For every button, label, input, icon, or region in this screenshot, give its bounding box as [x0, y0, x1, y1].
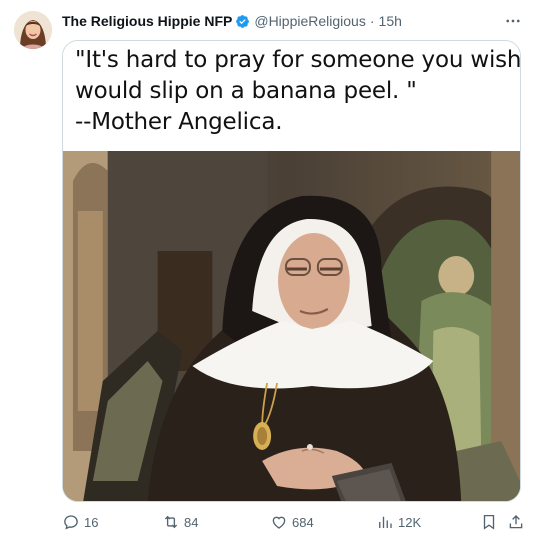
tweet-media[interactable]: "It's hard to pray for someone you wish …: [62, 40, 521, 502]
reply-icon: [64, 515, 78, 530]
quote-line-2: would slip on a banana peel. ": [75, 78, 417, 104]
retweet-icon: [164, 515, 178, 529]
reply-button[interactable]: 16: [62, 513, 98, 531]
share-icon: [509, 515, 523, 529]
bookmark-button[interactable]: [480, 513, 498, 531]
views-count: 12K: [398, 514, 422, 530]
separator-dot: ·: [369, 13, 375, 29]
tweet-header: The Religious Hippie NFP @HippieReligiou…: [62, 11, 523, 31]
author-handle[interactable]: @HippieReligious: [254, 13, 366, 29]
retweet-button[interactable]: 84: [162, 513, 198, 531]
reply-count: 16: [84, 514, 99, 530]
avatar[interactable]: [14, 11, 52, 49]
nun-photo: [63, 151, 520, 501]
tweet-timestamp[interactable]: 15h: [379, 13, 402, 29]
quote-line-3: --Mother Angelica.: [75, 109, 283, 135]
views-icon: [379, 516, 392, 528]
avatar-image: [14, 11, 52, 49]
quote-text-block: "It's hard to pray for someone you wish …: [63, 41, 520, 151]
retweet-count: 84: [184, 514, 199, 530]
views-button[interactable]: 12K: [376, 513, 421, 531]
author-display-name[interactable]: The Religious Hippie NFP: [62, 13, 232, 29]
verified-badge-icon: [235, 14, 250, 29]
more-options-icon[interactable]: [503, 11, 523, 31]
like-count: 684: [292, 514, 314, 530]
tweet-actions: 16 84 684 12K: [62, 510, 526, 534]
bookmark-icon: [483, 514, 495, 530]
heart-icon: [272, 516, 286, 529]
quote-line-1: "It's hard to pray for someone you wish: [75, 47, 521, 73]
share-button[interactable]: [507, 513, 525, 531]
like-button[interactable]: 684: [270, 513, 314, 531]
